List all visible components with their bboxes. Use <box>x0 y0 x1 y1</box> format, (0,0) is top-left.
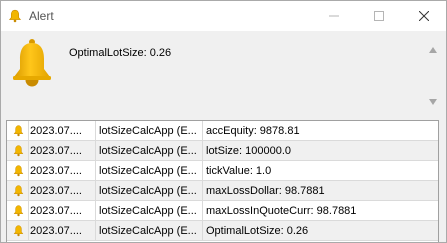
list-item[interactable]: 2023.07.... lotSizeCalcApp (E... lotSize… <box>7 141 438 161</box>
row-icon-cell <box>7 201 29 221</box>
time-cell: 2023.07.... <box>29 221 96 241</box>
bell-icon <box>13 205 24 217</box>
list-item[interactable]: 2023.07.... lotSizeCalcApp (E... maxLoss… <box>7 181 438 201</box>
title-bar[interactable]: Alert <box>1 1 446 31</box>
source-cell: lotSizeCalcApp (E... <box>96 181 203 201</box>
alert-window: Alert OptimalLotSize: 0.26 2023.07.... l… <box>0 0 447 243</box>
minimize-icon <box>328 15 339 17</box>
maximize-icon <box>373 11 384 21</box>
scroll-up-arrow-icon[interactable] <box>429 47 437 53</box>
close-button[interactable] <box>401 1 446 31</box>
source-cell: lotSizeCalcApp (E... <box>96 141 203 161</box>
list-item[interactable]: 2023.07.... lotSizeCalcApp (E... maxLoss… <box>7 201 438 221</box>
maximize-button[interactable] <box>356 1 401 31</box>
bell-icon <box>13 225 24 237</box>
bell-icon <box>13 165 24 177</box>
time-cell: 2023.07.... <box>29 141 96 161</box>
time-cell: 2023.07.... <box>29 161 96 181</box>
row-icon-cell <box>7 181 29 201</box>
row-icon-cell <box>7 121 29 141</box>
list-item[interactable]: 2023.07.... lotSizeCalcApp (E... Optimal… <box>7 221 438 241</box>
alert-message: OptimalLotSize: 0.26 <box>69 47 172 59</box>
row-icon-cell <box>7 221 29 241</box>
alert-log-list[interactable]: 2023.07.... lotSizeCalcApp (E... accEqui… <box>6 120 439 242</box>
time-cell: 2023.07.... <box>29 121 96 141</box>
source-cell: lotSizeCalcApp (E... <box>96 121 203 141</box>
source-cell: lotSizeCalcApp (E... <box>96 161 203 181</box>
message-cell: lotSize: 100000.0 <box>206 145 292 157</box>
minimize-button[interactable] <box>311 1 356 31</box>
scroll-down-arrow-icon[interactable] <box>429 99 437 105</box>
bell-icon <box>8 9 22 23</box>
source-cell: lotSizeCalcApp (E... <box>96 201 203 221</box>
list-item[interactable]: 2023.07.... lotSizeCalcApp (E... tickVal… <box>7 161 438 181</box>
bell-icon <box>13 185 24 197</box>
message-cell: accEquity: 9878.81 <box>206 125 300 137</box>
bell-icon <box>13 39 51 87</box>
row-icon-cell <box>7 141 29 161</box>
time-cell: 2023.07.... <box>29 201 96 221</box>
source-cell: lotSizeCalcApp (E... <box>96 221 203 241</box>
message-cell: maxLossInQuoteCurr: 98.7881 <box>206 205 357 217</box>
row-icon-cell <box>7 161 29 181</box>
time-cell: 2023.07.... <box>29 181 96 201</box>
close-icon <box>418 11 429 21</box>
message-cell: maxLossDollar: 98.7881 <box>206 185 325 197</box>
bell-icon <box>13 145 24 157</box>
message-area: OptimalLotSize: 0.26 <box>1 31 446 117</box>
bell-icon <box>13 125 24 137</box>
message-cell: OptimalLotSize: 0.26 <box>206 225 309 237</box>
message-cell: tickValue: 1.0 <box>206 165 272 177</box>
window-title: Alert <box>29 9 54 23</box>
list-item[interactable]: 2023.07.... lotSizeCalcApp (E... accEqui… <box>7 121 438 141</box>
